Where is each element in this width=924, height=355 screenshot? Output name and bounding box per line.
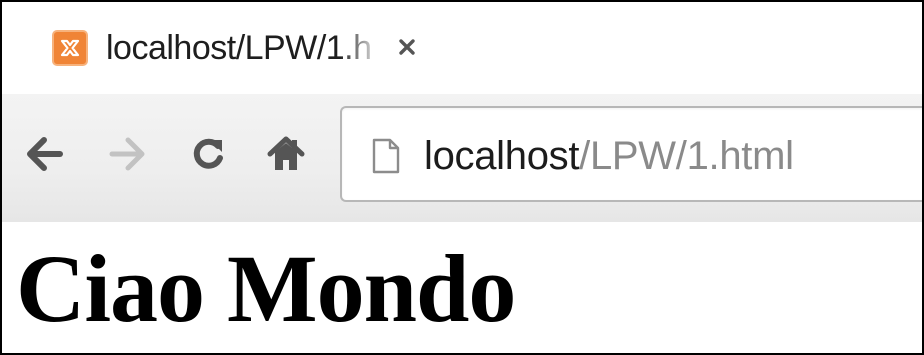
arrow-right-icon xyxy=(109,137,145,171)
browser-tab[interactable]: localhost/LPW/1.h xyxy=(2,2,442,94)
browser-toolbar: localhost/LPW/1.html xyxy=(2,94,922,222)
tab-title: localhost/LPW/1.h xyxy=(106,29,372,67)
back-button[interactable] xyxy=(22,132,66,176)
browser-window: localhost/LPW/1.h localhost/LPW/1.html C… xyxy=(0,0,924,355)
forward-button[interactable] xyxy=(106,132,150,176)
tab-strip: localhost/LPW/1.h xyxy=(2,2,922,94)
home-button[interactable] xyxy=(264,132,308,176)
page-heading: Ciao Mondo xyxy=(16,235,516,342)
url-text[interactable]: localhost/LPW/1.html xyxy=(424,132,794,180)
url-path: /LPW/1.html xyxy=(579,134,794,178)
reload-icon xyxy=(193,138,223,169)
arrow-left-icon xyxy=(27,137,63,171)
page-icon xyxy=(372,138,400,174)
page-content: Ciao Mondo xyxy=(2,222,922,353)
xampp-icon xyxy=(52,30,88,66)
home-icon xyxy=(267,136,305,170)
url-host: localhost xyxy=(424,134,580,178)
close-icon[interactable] xyxy=(394,34,420,60)
address-bar[interactable]: localhost/LPW/1.html xyxy=(340,106,922,202)
reload-button[interactable] xyxy=(186,132,230,176)
